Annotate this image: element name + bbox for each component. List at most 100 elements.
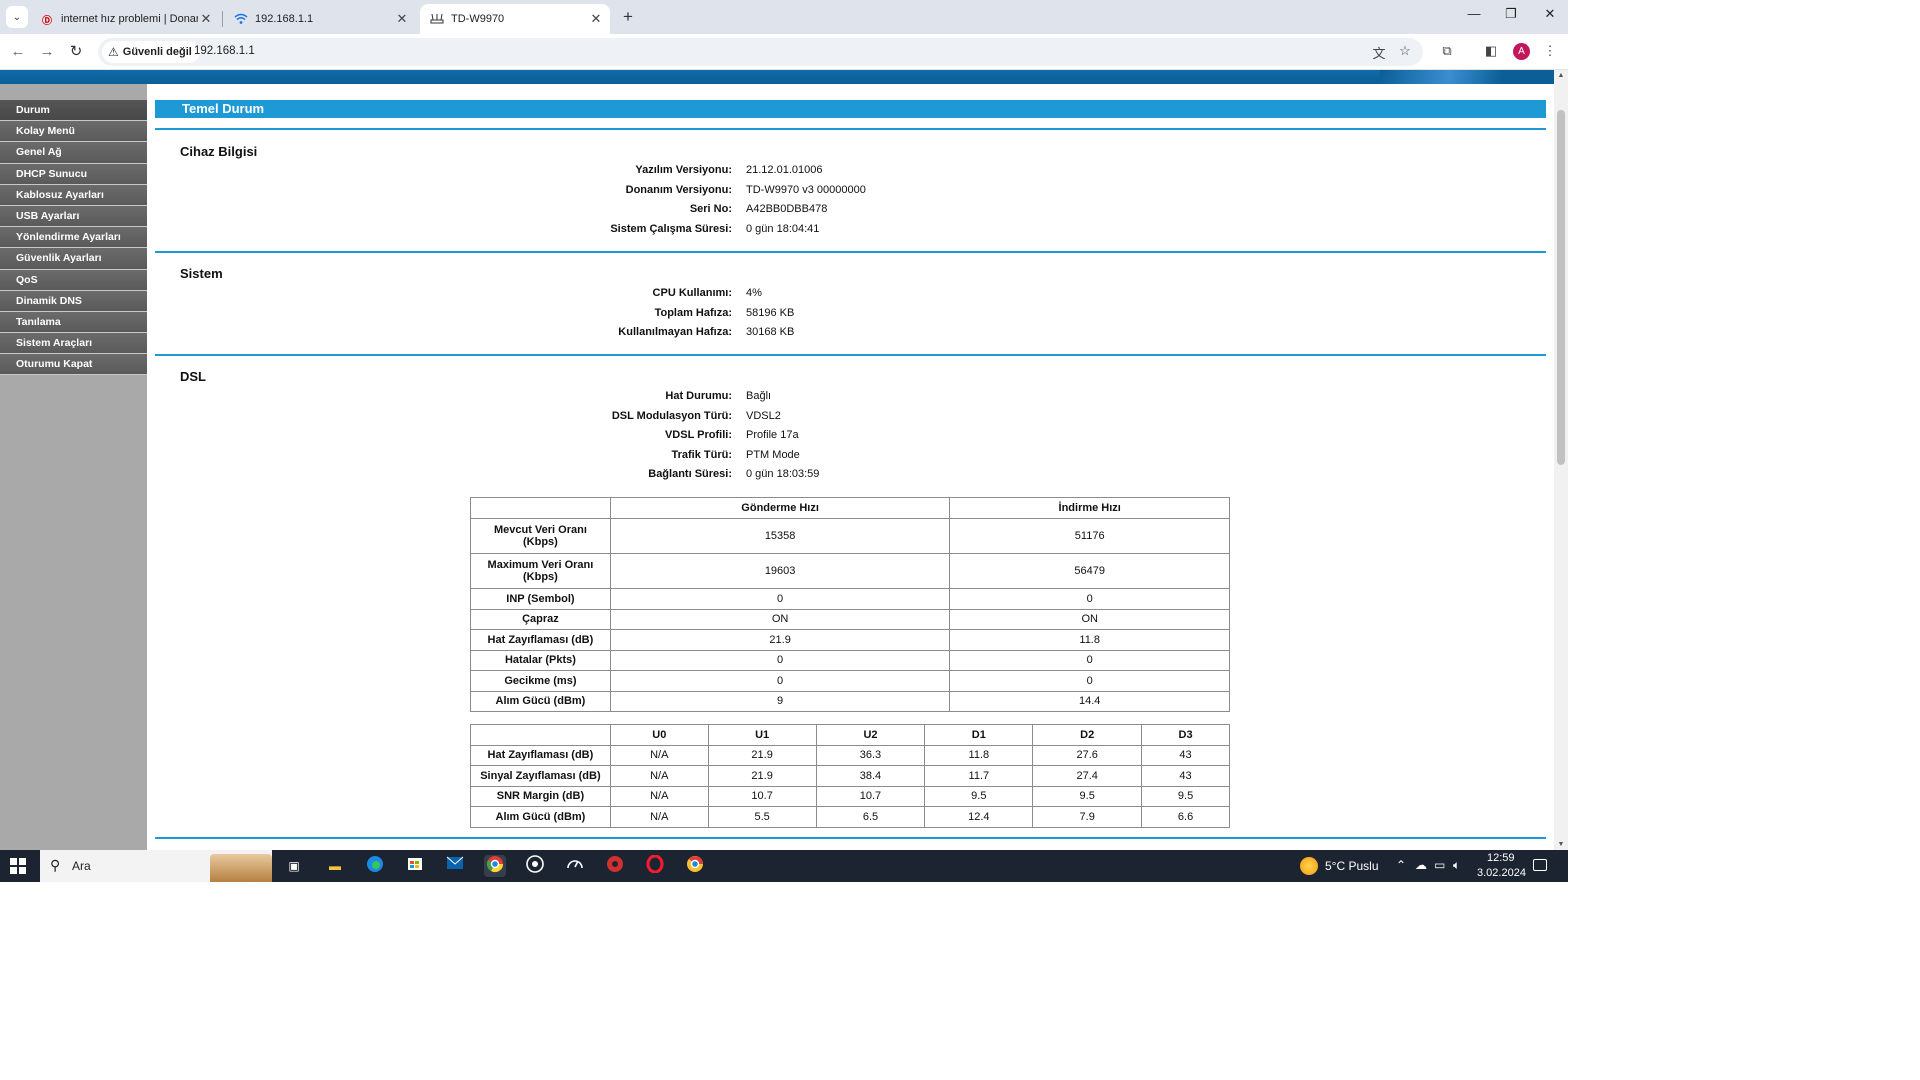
- forward-icon[interactable]: →: [37, 42, 57, 62]
- kv-label: CPU Kullanımı:: [652, 287, 732, 299]
- table-cell: 21.9: [707, 744, 817, 766]
- sidebar-item-ddns[interactable]: Dinamik DNS: [0, 290, 147, 312]
- new-tab-icon[interactable]: +: [619, 7, 637, 27]
- profile-avatar[interactable]: A: [1513, 43, 1530, 60]
- clock-date[interactable]: 3.02.2024: [1477, 867, 1526, 879]
- tab-td-w9970[interactable]: TD-W9970 ✕: [420, 4, 610, 34]
- table-row: Çapraz ON ON: [470, 608, 1230, 630]
- scroll-down-icon[interactable]: ▼: [1554, 841, 1568, 848]
- opera-icon[interactable]: [644, 854, 666, 877]
- table-cell: 0: [609, 670, 951, 692]
- tab-close-icon[interactable]: ✕: [198, 11, 214, 27]
- menu-kebab-icon[interactable]: ⋮: [1541, 43, 1559, 59]
- router-icon: [430, 12, 444, 26]
- volume-icon[interactable]: 🔈︎: [1453, 858, 1460, 873]
- table-row: Sinyal Zayıflaması (dB) N/A 21.9 38.4 11.7 27…: [470, 765, 1230, 787]
- table-cell: 56479: [949, 553, 1230, 589]
- edge-icon[interactable]: [364, 855, 386, 877]
- weather-text[interactable]: 5°C Puslu: [1325, 859, 1379, 873]
- sidebar-item-genel-ag[interactable]: Genel Ağ: [0, 142, 147, 164]
- sidebar-item-kablosuz[interactable]: Kablosuz Ayarları: [0, 184, 147, 206]
- rate-table: Gönderme Hızı İndirme Hızı Mevcut Veri O…: [470, 497, 1230, 712]
- row-header: Çapraz: [470, 608, 611, 630]
- sidebar-item-durum[interactable]: Durum: [0, 100, 147, 122]
- whatsapp-icon[interactable]: [524, 855, 546, 877]
- search-highlight-image: [210, 854, 272, 882]
- scroll-thumb[interactable]: [1557, 110, 1565, 465]
- address-bar[interactable]: ⚠ Güvenli değil 192.168.1.1 文 ☆: [98, 38, 1423, 66]
- row-header: Alım Gücü (dBm): [470, 690, 611, 712]
- reload-icon[interactable]: ↻: [66, 42, 86, 62]
- table-cell: 6.6: [1141, 806, 1230, 828]
- chrome-icon[interactable]: [484, 855, 506, 877]
- row-header: Hat Zayıflaması (dB): [470, 744, 611, 766]
- windows-start-icon[interactable]: [10, 858, 26, 874]
- mail-icon[interactable]: [444, 855, 466, 877]
- donanimhaber-favicon-icon: Ⓓ: [42, 15, 52, 27]
- back-icon[interactable]: ←: [8, 42, 28, 62]
- kv-value: Bağlı: [746, 390, 772, 402]
- sidebar-item-oturumu-kapat[interactable]: Oturumu Kapat: [0, 354, 147, 376]
- browser-tabstrip: ⌄ Ⓓ internet hız problemi | Donanı ✕ 192…: [0, 0, 1568, 34]
- table-row: Mevcut Veri Oranı (Kbps) 15358 51176: [470, 518, 1230, 554]
- url-text[interactable]: 192.168.1.1: [194, 45, 255, 57]
- sidebar-item-kolay-menu[interactable]: Kolay Menü: [0, 121, 147, 143]
- restore-icon[interactable]: ❐: [1496, 6, 1526, 22]
- file-explorer-icon[interactable]: ▬: [324, 855, 346, 877]
- microsoft-store-icon[interactable]: [404, 855, 426, 877]
- table-cell: 11.8: [949, 629, 1230, 651]
- weather-icon[interactable]: [1300, 857, 1318, 875]
- kv-free-mem: Kullanılmayan Hafıza: 30168 KB: [332, 326, 794, 344]
- table-cell: 7.9: [1032, 806, 1143, 828]
- table-cell: 10.7: [815, 785, 926, 807]
- close-window-icon[interactable]: ✕: [1535, 6, 1565, 22]
- table-cell: 11.8: [924, 744, 1034, 766]
- task-view-icon[interactable]: ▣: [283, 855, 305, 877]
- taskbar-search[interactable]: ⚲ Ara: [40, 850, 272, 882]
- onedrive-icon[interactable]: ☁: [1415, 858, 1427, 872]
- kv-value: Profile 17a: [746, 429, 799, 441]
- table-header: [470, 497, 611, 519]
- sidebar-item-guvenlik[interactable]: Güvenlik Ayarları: [0, 248, 147, 270]
- main-content: Temel Durum Cihaz Bilgisi Yazılım Versiy…: [155, 84, 1546, 850]
- bookmark-star-icon[interactable]: ☆: [1396, 43, 1414, 59]
- sidebar-item-tanilama[interactable]: Tanılama: [0, 311, 147, 334]
- sidebar-item-usb[interactable]: USB Ayarları: [0, 205, 147, 228]
- windows-taskbar: ⚲ Ara ▣ ▬ 5°C Puslu ⌃ ☁ ▭ 🔈︎ 12:59 3.02.…: [0, 850, 1568, 882]
- kv-connection-time: Bağlantı Süresi: 0 gün 18:03:59: [332, 468, 819, 486]
- side-panel-icon[interactable]: ◧: [1482, 43, 1500, 59]
- translate-icon[interactable]: 文: [1370, 43, 1388, 62]
- speedtest-icon[interactable]: [564, 855, 586, 877]
- sidebar-item-sistem-araclari[interactable]: Sistem Araçları: [0, 333, 147, 355]
- page-scrollbar[interactable]: ▲ ▼: [1554, 70, 1568, 850]
- scroll-up-icon[interactable]: ▲: [1554, 72, 1568, 79]
- table-header: U2: [815, 724, 926, 746]
- table-cell: N/A: [609, 765, 709, 787]
- kv-label: Hat Durumu:: [665, 390, 732, 402]
- tray-chevron-icon[interactable]: ⌃: [1396, 858, 1406, 872]
- sidebar-item-yonlendirme[interactable]: Yönlendirme Ayarları: [0, 227, 147, 249]
- game-launcher-icon[interactable]: [604, 855, 626, 877]
- table-header: D1: [924, 724, 1034, 746]
- table-cell: 0: [949, 588, 1230, 610]
- kv-label: Yazılım Versiyonu:: [635, 164, 732, 176]
- security-chip[interactable]: ⚠ Güvenli değil: [102, 41, 200, 63]
- table-cell: 11.7: [924, 765, 1034, 787]
- table-cell: 21.9: [609, 629, 951, 651]
- table-row: INP (Sembol) 0 0: [470, 588, 1230, 610]
- sidebar-item-dhcp[interactable]: DHCP Sunucu: [0, 163, 147, 185]
- notification-icon[interactable]: [1533, 859, 1547, 871]
- tab-donanimhaber[interactable]: Ⓓ internet hız problemi | Donanı ✕: [30, 4, 220, 34]
- clock-time[interactable]: 12:59: [1487, 852, 1515, 864]
- network-icon[interactable]: ▭: [1434, 858, 1445, 872]
- extensions-icon[interactable]: ⧉: [1438, 43, 1456, 59]
- sidebar-item-qos[interactable]: QoS: [0, 269, 147, 291]
- minimize-icon[interactable]: —: [1459, 6, 1489, 21]
- tab-router-login[interactable]: 192.168.1.1 ✕: [224, 4, 416, 34]
- kv-total-mem: Toplam Hafıza: 58196 KB: [332, 307, 795, 325]
- tab-search-button[interactable]: ⌄: [6, 6, 28, 28]
- table-header: U0: [609, 724, 709, 746]
- tab-close-icon[interactable]: ✕: [394, 11, 410, 27]
- chrome-alt-icon[interactable]: [684, 855, 706, 877]
- tab-close-icon[interactable]: ✕: [588, 11, 604, 27]
